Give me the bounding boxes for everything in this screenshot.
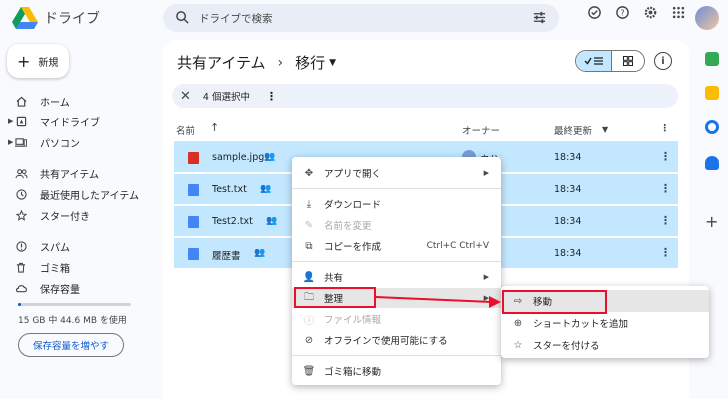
annotation-arrow-icon bbox=[375, 296, 501, 308]
